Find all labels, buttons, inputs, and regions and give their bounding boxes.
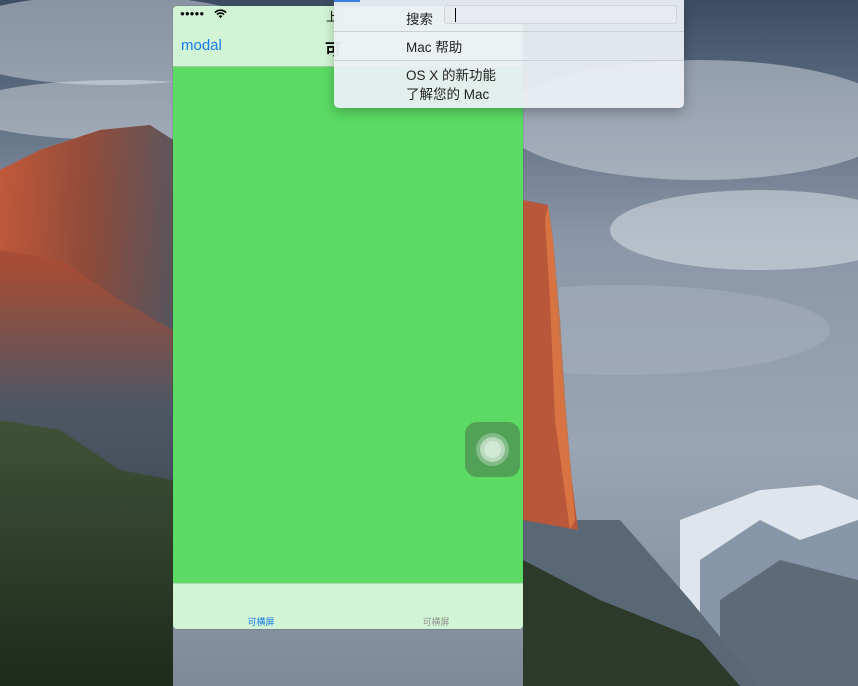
tab-bar: 可横屏 可横屏 [173, 583, 523, 629]
menu-item-whats-new[interactable]: OS X 的新功能 了解您的 Mac [406, 66, 756, 104]
help-search-input[interactable] [444, 5, 677, 24]
menu-separator [334, 31, 684, 32]
menu-item-whats-new-label: OS X 的新功能 [406, 68, 497, 83]
content-view [173, 67, 523, 583]
text-cursor [455, 8, 456, 22]
tab-item-2[interactable]: 可横屏 [406, 615, 466, 628]
help-menu: 搜索 Mac 帮助 OS X 的新功能 了解您的 Mac [334, 0, 684, 108]
menu-item-learn-mac-label: 了解您的 Mac [406, 87, 490, 102]
menu-item-mac-help[interactable]: Mac 帮助 [406, 36, 756, 56]
tab-item-1[interactable]: 可横屏 [231, 615, 291, 628]
help-search-row: 搜索 [334, 0, 684, 31]
search-label: 搜索 [406, 12, 433, 27]
wifi-icon [214, 9, 227, 19]
assistive-touch-center [484, 441, 501, 458]
signal-strength-icon: ●●●●● [180, 9, 205, 18]
assistive-touch-button[interactable] [465, 422, 520, 477]
menu-separator [334, 60, 684, 61]
modal-button[interactable]: modal [181, 37, 222, 54]
